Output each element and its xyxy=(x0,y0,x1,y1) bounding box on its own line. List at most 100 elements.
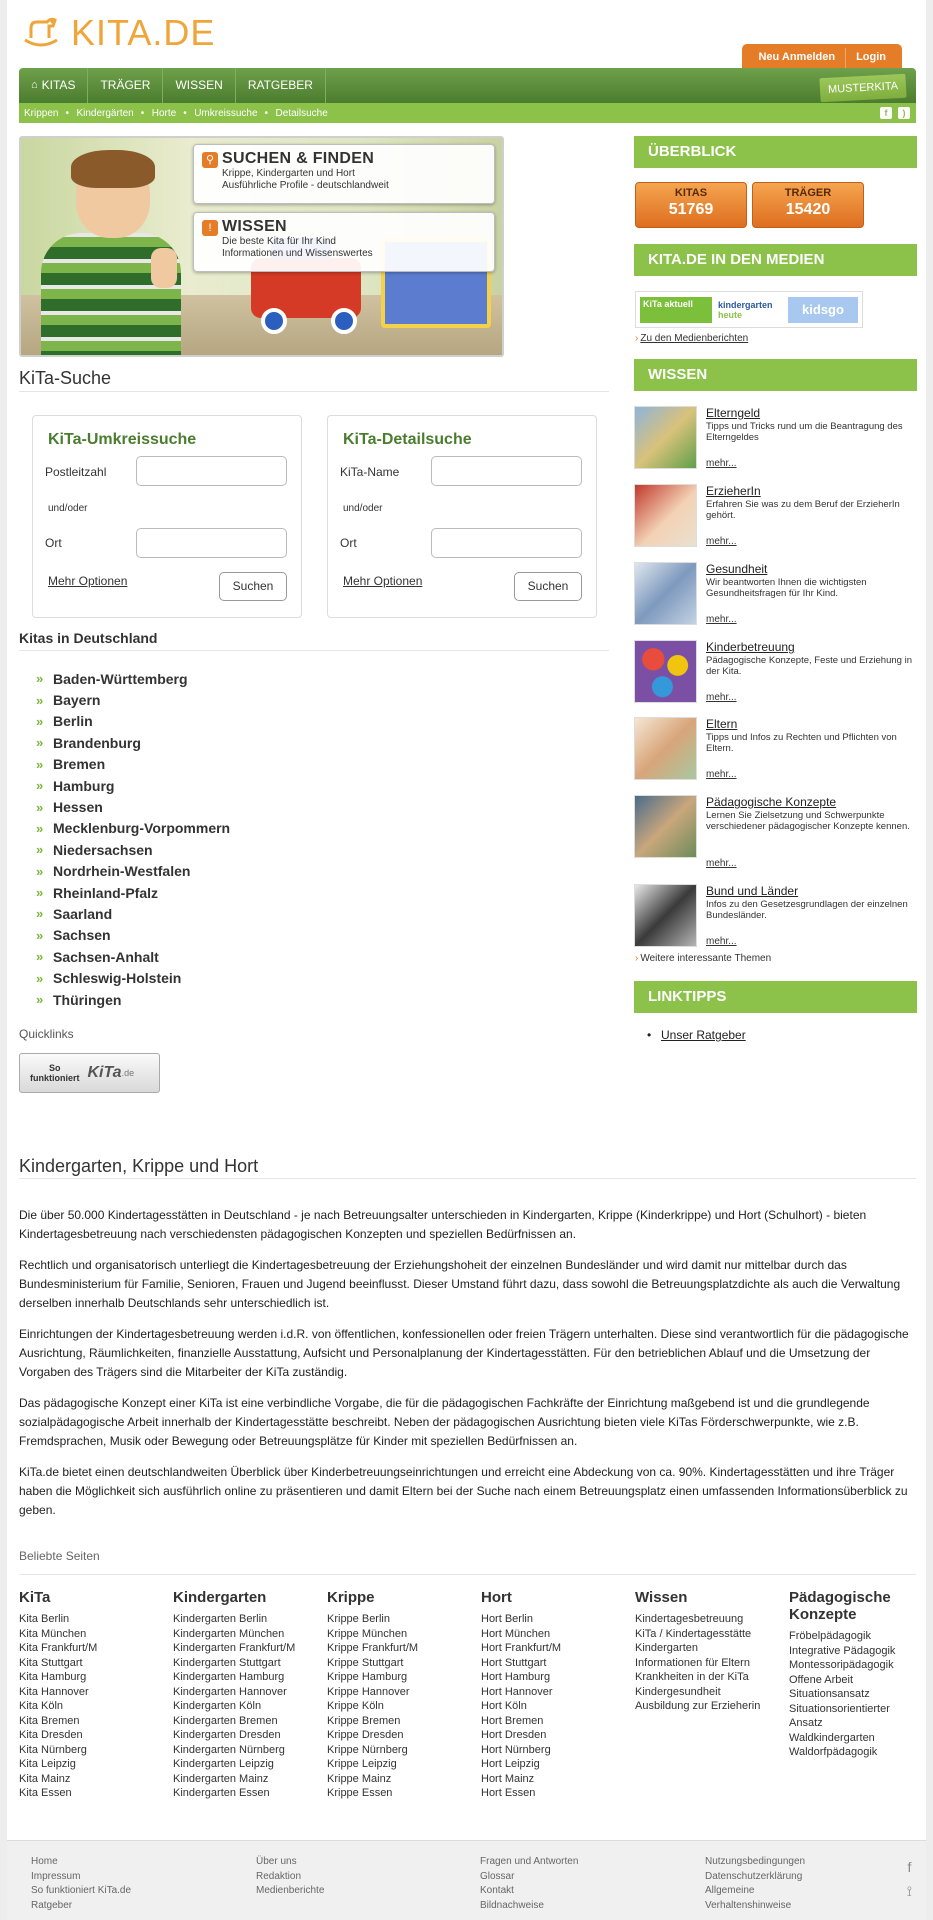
popular-link[interactable]: Hort Hannover xyxy=(481,1685,631,1700)
popular-link[interactable]: Fröbelpädagogik xyxy=(789,1629,914,1644)
facebook-icon[interactable]: f xyxy=(880,107,892,119)
register-button[interactable]: Neu Anmelden xyxy=(748,48,845,68)
wissen-more-link[interactable]: mehr... xyxy=(706,536,737,547)
popular-link[interactable]: Krippe München xyxy=(327,1627,477,1642)
popular-link[interactable]: Kita Stuttgart xyxy=(19,1656,169,1671)
footer-link[interactable]: Fragen und Antworten xyxy=(480,1855,578,1870)
state-link[interactable]: » Schleswig-Holstein xyxy=(36,967,230,988)
wissen-more-link[interactable]: mehr... xyxy=(706,614,737,625)
popular-link[interactable]: Hort Nürnberg xyxy=(481,1743,631,1758)
subnav-umkreissuche[interactable]: Umkreissuche xyxy=(183,108,257,119)
popular-link[interactable]: KiTa / Kindertagesstätte xyxy=(635,1627,785,1642)
wissen-item[interactable]: Bund und Länder Infos zu den Gesetzesgru… xyxy=(634,884,917,950)
popular-link[interactable]: Situationsorientierter Ansatz xyxy=(789,1702,914,1731)
popular-link[interactable]: Krippe Köln xyxy=(327,1699,477,1714)
popular-link[interactable]: Krippe Bremen xyxy=(327,1714,477,1729)
wissen-item[interactable]: ErzieherIn Erfahren Sie was zu dem Beruf… xyxy=(634,484,917,550)
musterkita-badge[interactable]: MUSTERKITA xyxy=(819,73,907,103)
wissen-more-link[interactable]: mehr... xyxy=(706,692,737,703)
popular-link[interactable]: Situationsansatz xyxy=(789,1687,914,1702)
popular-link[interactable]: Krippe Leipzig xyxy=(327,1757,477,1772)
wissen-item[interactable]: Kinderbetreuung Pädagogische Konzepte, F… xyxy=(634,640,917,706)
wissen-item[interactable]: Eltern Tipps und Infos zu Rechten und Pf… xyxy=(634,717,917,783)
popular-link[interactable]: Krippe Dresden xyxy=(327,1728,477,1743)
popular-link[interactable]: Kindergarten Bremen xyxy=(173,1714,323,1729)
popular-link[interactable]: Kita Leipzig xyxy=(19,1757,169,1772)
wissen-title[interactable]: Elterngeld xyxy=(706,406,760,420)
state-link[interactable]: » Sachsen-Anhalt xyxy=(36,946,230,967)
detail-search-button[interactable]: Suchen xyxy=(514,572,582,601)
subnav-krippen[interactable]: Krippen xyxy=(24,108,58,119)
popular-link[interactable]: Kindertagesbetreuung xyxy=(635,1612,785,1627)
popular-link[interactable]: Waldkindergarten xyxy=(789,1731,914,1746)
wissen-item[interactable]: Elterngeld Tipps und Tricks rund um die … xyxy=(634,406,917,472)
footer-link[interactable]: Medienberichte xyxy=(256,1884,324,1899)
popular-link[interactable]: Hort Dresden xyxy=(481,1728,631,1743)
nav-ratgeber[interactable]: RATGEBER xyxy=(236,68,326,103)
hero-wissen-box[interactable]: ! WISSEN Die beste Kita für Ihr Kind Inf… xyxy=(193,212,495,272)
rss-icon[interactable]: ⟟ xyxy=(907,1879,912,1903)
media-reports-link[interactable]: Zu den Medienberichten xyxy=(635,333,748,344)
popular-link[interactable]: Kindergarten Leipzig xyxy=(173,1757,323,1772)
footer-link[interactable]: Impressum xyxy=(31,1870,131,1885)
popular-link[interactable]: Krippe Mainz xyxy=(327,1772,477,1787)
state-link[interactable]: » Bayern xyxy=(36,689,230,710)
footer-link[interactable]: Verhaltenshinweise xyxy=(705,1899,805,1914)
city-input[interactable] xyxy=(136,528,287,558)
popular-link[interactable]: Kindergarten Berlin xyxy=(173,1612,323,1627)
popular-link[interactable]: Kita Mainz xyxy=(19,1772,169,1787)
kita-name-input[interactable] xyxy=(431,456,582,486)
footer-link[interactable]: Über uns xyxy=(256,1855,324,1870)
popular-link[interactable]: Kindergarten Hannover xyxy=(173,1685,323,1700)
footer-link[interactable]: So funktioniert KiTa.de xyxy=(31,1884,131,1899)
wissen-title[interactable]: Pädagogische Konzepte xyxy=(706,795,836,809)
popular-link[interactable]: Hort Berlin xyxy=(481,1612,631,1627)
popular-link[interactable]: Hort Stuttgart xyxy=(481,1656,631,1671)
wissen-title[interactable]: Gesundheit xyxy=(706,562,767,576)
popular-link[interactable]: Hort Bremen xyxy=(481,1714,631,1729)
state-link[interactable]: » Bremen xyxy=(36,754,230,775)
state-link[interactable]: » Baden-Württemberg xyxy=(36,668,230,689)
nav-wissen[interactable]: WISSEN xyxy=(163,68,236,103)
radius-more-options-link[interactable]: Mehr Optionen xyxy=(48,574,127,588)
wissen-title[interactable]: Eltern xyxy=(706,717,737,731)
popular-link[interactable]: Waldorfpädagogik xyxy=(789,1745,914,1760)
site-logo[interactable]: KITA.DE xyxy=(21,12,215,54)
radius-search-button[interactable]: Suchen xyxy=(219,572,287,601)
popular-link[interactable]: Kita München xyxy=(19,1627,169,1642)
nav-kitas[interactable]: ⌂ KITAS xyxy=(19,68,89,103)
popular-link[interactable]: Hort Essen xyxy=(481,1786,631,1801)
popular-link[interactable]: Kindergarten München xyxy=(173,1627,323,1642)
login-button[interactable]: Login xyxy=(845,48,896,68)
popular-link[interactable]: Kita Berlin xyxy=(19,1612,169,1627)
media-logos[interactable]: KiTa aktuell kindergarten heute kidsgo xyxy=(635,291,863,328)
footer-link[interactable]: Kontakt xyxy=(480,1884,578,1899)
more-topics-link[interactable]: Weitere interessante Themen xyxy=(635,953,771,964)
state-link[interactable]: » Niedersachsen xyxy=(36,839,230,860)
popular-link[interactable]: Krippe Hannover xyxy=(327,1685,477,1700)
rss-icon[interactable]: ) xyxy=(898,107,910,119)
popular-link[interactable]: Kindergarten Nürnberg xyxy=(173,1743,323,1758)
popular-link[interactable]: Krippe Frankfurt/M xyxy=(327,1641,477,1656)
popular-link[interactable]: Offene Arbeit xyxy=(789,1673,914,1688)
popular-link[interactable]: Krippe Nürnberg xyxy=(327,1743,477,1758)
popular-link[interactable]: Krippe Essen xyxy=(327,1786,477,1801)
wissen-item[interactable]: Pädagogische Konzepte Lernen Sie Zielset… xyxy=(634,795,917,875)
subnav-detailsuche[interactable]: Detailsuche xyxy=(264,108,327,119)
popular-link[interactable]: Kita Frankfurt/M xyxy=(19,1641,169,1656)
popular-link[interactable]: Krippe Hamburg xyxy=(327,1670,477,1685)
wissen-item[interactable]: Gesundheit Wir beantworten Ihnen die wic… xyxy=(634,562,917,628)
wissen-more-link[interactable]: mehr... xyxy=(706,858,737,869)
popular-link[interactable]: Kindergesundheit xyxy=(635,1685,785,1700)
popular-link[interactable]: Kita Essen xyxy=(19,1786,169,1801)
popular-link[interactable]: Kita Köln xyxy=(19,1699,169,1714)
footer-link[interactable]: Glossar xyxy=(480,1870,578,1885)
wissen-more-link[interactable]: mehr... xyxy=(706,458,737,469)
how-it-works-button[interactable]: So funktioniert KiTa .de xyxy=(19,1053,160,1093)
popular-link[interactable]: Ausbildung zur Erzieherin xyxy=(635,1699,785,1714)
footer-link[interactable]: Home xyxy=(31,1855,131,1870)
popular-link[interactable]: Hort Mainz xyxy=(481,1772,631,1787)
popular-link[interactable]: Kindergarten xyxy=(635,1641,785,1656)
popular-link[interactable]: Informationen für Eltern xyxy=(635,1656,785,1671)
state-link[interactable]: » Sachsen xyxy=(36,925,230,946)
